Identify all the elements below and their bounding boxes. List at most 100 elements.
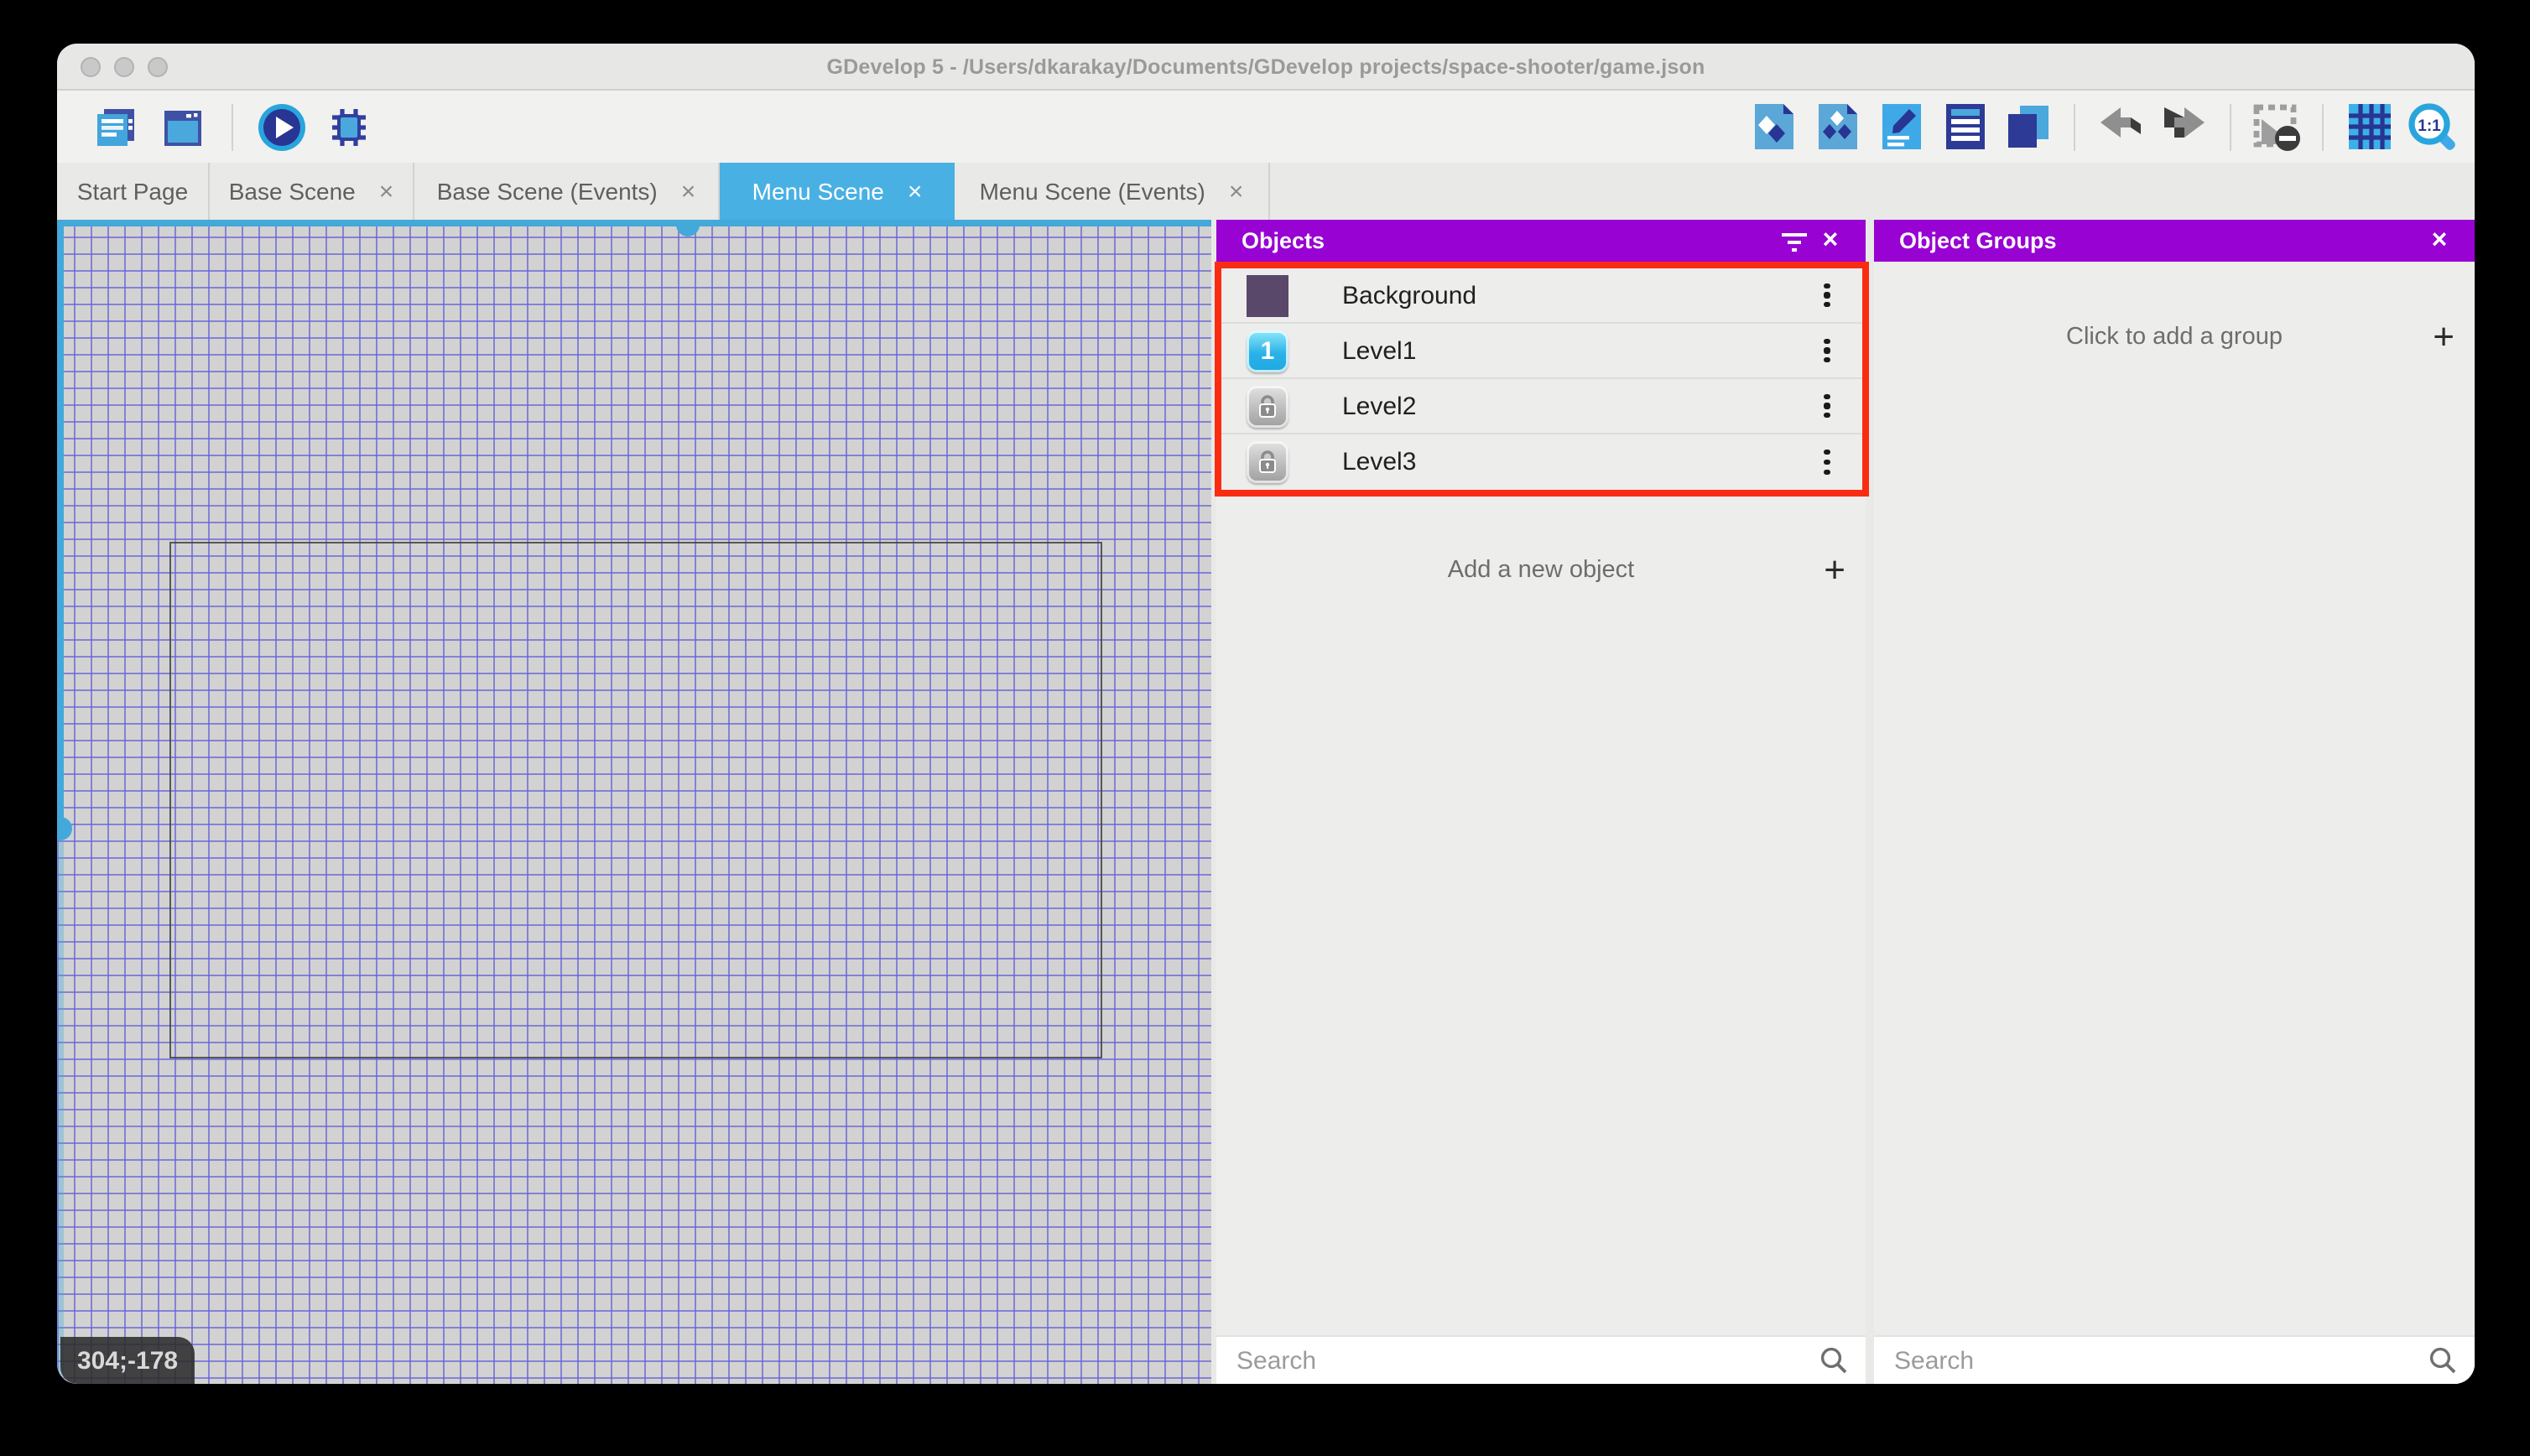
- play-icon: [257, 101, 307, 152]
- filter-icon[interactable]: [1775, 231, 1812, 251]
- object-name: Level1: [1342, 336, 1417, 365]
- object-groups-panel-header: Object Groups ×: [1874, 220, 2475, 262]
- zoom-original-button[interactable]: 1:1: [2408, 101, 2458, 152]
- toolbar-left-group: [57, 101, 374, 152]
- plus-icon[interactable]: +: [1824, 551, 1845, 589]
- close-icon[interactable]: ×: [2421, 226, 2458, 256]
- main-toolbar: 1:1: [57, 91, 2475, 163]
- scene-window-frame: [169, 542, 1102, 1058]
- object-row-level3[interactable]: Level3: [1221, 434, 1862, 490]
- search-icon: [1819, 1345, 1849, 1375]
- object-row-level1[interactable]: 1 Level1: [1221, 324, 1862, 379]
- objects-panel-title: Objects: [1242, 228, 1325, 253]
- close-icon[interactable]: ×: [1812, 226, 1849, 256]
- tab-menu-scene-events[interactable]: Menu Scene (Events) ×: [955, 163, 1270, 220]
- window-mask-icon: [2251, 101, 2302, 152]
- scene-canvas[interactable]: 304;-178: [57, 220, 1211, 1384]
- traffic-lights: [81, 57, 168, 77]
- tab-base-scene-events[interactable]: Base Scene (Events) ×: [414, 163, 720, 220]
- tab-close-icon[interactable]: ×: [379, 179, 394, 204]
- screenshot-stage: GDevelop 5 - /Users/dkarakay/Documents/G…: [0, 0, 2530, 1456]
- objects-search-bar: [1216, 1335, 1866, 1384]
- toggle-window-mask-button[interactable]: [2251, 101, 2302, 152]
- undo-button[interactable]: [2095, 101, 2146, 152]
- horizontal-scroll-thumb[interactable]: [676, 220, 700, 237]
- object-menu-icon[interactable]: [1815, 450, 1839, 475]
- groups-search-input[interactable]: [1894, 1346, 2428, 1375]
- toolbar-divider: [232, 103, 233, 150]
- object-groups-panel-body: Click to add a group +: [1874, 262, 2475, 1384]
- canvas-horizontal-scrollbar[interactable]: [57, 220, 1211, 237]
- zoom-ratio-label: 1:1: [2418, 117, 2441, 134]
- title-bar: GDevelop 5 - /Users/dkarakay/Documents/G…: [57, 44, 2475, 91]
- tab-base-scene[interactable]: Base Scene ×: [210, 163, 414, 220]
- level1-badge: 1: [1247, 330, 1288, 372]
- add-group-label: Click to add a group: [2066, 324, 2283, 351]
- toggle-grid-button[interactable]: [2344, 101, 2394, 152]
- project-manager-icon: [92, 103, 139, 150]
- layers-button[interactable]: [2003, 101, 2054, 152]
- object-groups-panel-title: Object Groups: [1899, 228, 2057, 253]
- debug-bug-icon: [325, 103, 372, 150]
- tab-close-icon[interactable]: ×: [908, 179, 923, 204]
- toolbar-right-group: 1:1: [1748, 101, 2475, 152]
- add-object-label: Add a new object: [1447, 557, 1635, 584]
- object-name: Level3: [1342, 448, 1417, 476]
- objects-editor-button[interactable]: [1748, 101, 1799, 152]
- tab-label: Base Scene: [228, 178, 356, 205]
- grid-icon: [2346, 102, 2392, 151]
- tab-label: Menu Scene (Events): [979, 178, 1205, 205]
- tab-label: Menu Scene: [752, 178, 884, 205]
- layers-icon: [2005, 102, 2052, 151]
- scene-properties-button[interactable]: [158, 101, 208, 152]
- toolbar-divider: [2230, 103, 2231, 150]
- object-groups-page-icon: [1816, 102, 1858, 151]
- object-menu-icon[interactable]: [1815, 393, 1839, 419]
- lock-icon: [1259, 394, 1276, 417]
- editor-content: 304;-178 Objects × Background 1 Level1 L…: [57, 220, 2475, 1384]
- search-icon: [2428, 1345, 2458, 1375]
- plus-icon[interactable]: +: [2433, 318, 2455, 356]
- editor-tab-bar: Start Page Base Scene × Base Scene (Even…: [57, 163, 2475, 220]
- object-row-background[interactable]: Background: [1221, 268, 1862, 324]
- locked-button-thumbnail: [1247, 385, 1288, 427]
- objects-panel-header: Objects ×: [1216, 220, 1866, 262]
- project-manager-button[interactable]: [91, 101, 141, 152]
- object-menu-icon[interactable]: [1815, 338, 1839, 363]
- instances-list-button[interactable]: [1939, 101, 1990, 152]
- properties-button[interactable]: [1876, 101, 1926, 152]
- object-name: Level2: [1342, 392, 1417, 420]
- objects-panel: Objects × Background 1 Level1 Level2 Lev…: [1215, 220, 1869, 1384]
- canvas-vertical-scrollbar[interactable]: [57, 220, 72, 840]
- groups-search-bar: [1874, 1335, 2475, 1384]
- preview-button[interactable]: [257, 101, 307, 152]
- lock-icon: [1259, 450, 1276, 473]
- canvas-vertical-scrollbar-track[interactable]: [57, 834, 63, 1384]
- instances-list-icon: [1944, 102, 1986, 151]
- tab-label: Start Page: [76, 178, 189, 205]
- toolbar-divider: [2322, 103, 2324, 150]
- properties-pencil-icon: [1880, 102, 1922, 151]
- redo-button[interactable]: [2159, 101, 2210, 152]
- cursor-coordinates-badge: 304;-178: [60, 1337, 195, 1384]
- object-row-level2[interactable]: Level2: [1221, 379, 1862, 434]
- objects-search-input[interactable]: [1236, 1346, 1819, 1375]
- tab-menu-scene[interactable]: Menu Scene ×: [720, 163, 955, 220]
- object-name: Background: [1342, 281, 1477, 309]
- tab-close-icon[interactable]: ×: [1229, 179, 1244, 204]
- object-groups-editor-button[interactable]: [1812, 101, 1862, 152]
- debug-button[interactable]: [324, 101, 374, 152]
- redo-arrow-icon: [2161, 105, 2208, 148]
- zoom-1-1-icon: 1:1: [2408, 101, 2458, 152]
- zoom-window-button[interactable]: [148, 57, 168, 77]
- tutorial-highlight-box: Background 1 Level1 Level2 Level3: [1215, 262, 1869, 497]
- minimize-window-button[interactable]: [114, 57, 134, 77]
- object-menu-icon[interactable]: [1815, 283, 1839, 308]
- vertical-scroll-thumb[interactable]: [57, 817, 72, 840]
- add-object-row[interactable]: Add a new object +: [1216, 542, 1866, 599]
- tab-close-icon[interactable]: ×: [681, 179, 696, 204]
- close-window-button[interactable]: [81, 57, 101, 77]
- locked-button-thumbnail: [1247, 441, 1288, 483]
- add-group-row[interactable]: Click to add a group +: [1874, 304, 2475, 371]
- tab-start-page[interactable]: Start Page: [57, 163, 210, 220]
